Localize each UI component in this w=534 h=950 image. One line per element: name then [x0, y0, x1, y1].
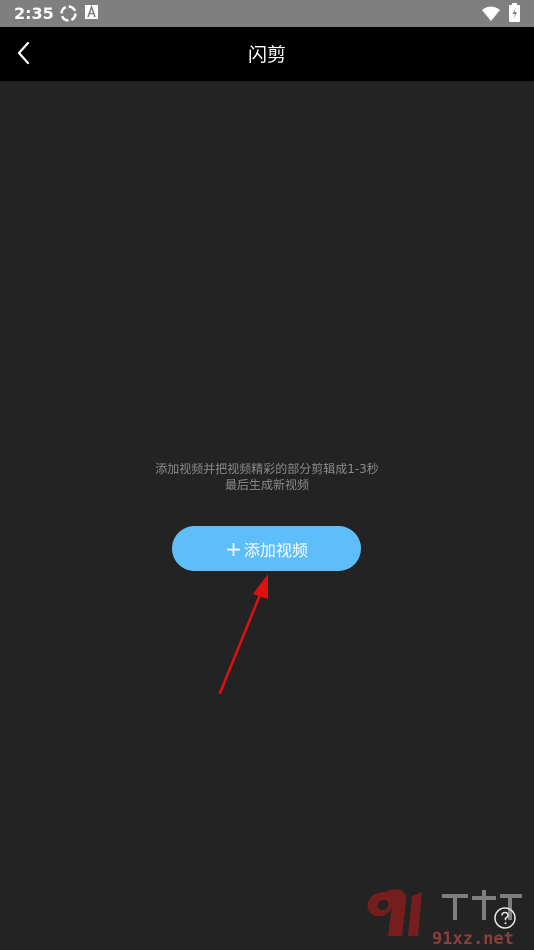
battery-icon	[509, 3, 520, 22]
add-video-button[interactable]: + 添加视频	[172, 526, 361, 571]
sync-icon	[60, 5, 77, 22]
status-bar: 2:35	[0, 0, 534, 27]
wifi-icon	[482, 6, 500, 21]
hint-line-1: 添加视频并把视频精彩的部分剪辑成1-3秒	[155, 462, 379, 476]
watermark-site: 91xz.net	[432, 929, 514, 949]
status-time: 2:35	[14, 4, 54, 23]
plus-icon: +	[225, 536, 242, 561]
font-a-icon	[85, 5, 98, 19]
add-video-label: 添加视频	[243, 540, 308, 560]
main-content: 添加视频并把视频精彩的部分剪辑成1-3秒 最后生成新视频 + 添加视频	[0, 81, 534, 950]
hint-line-2: 最后生成新视频	[224, 478, 309, 492]
page-title: 闪剪	[247, 44, 286, 66]
help-icon[interactable]	[493, 906, 517, 930]
app-bar: 闪剪	[0, 27, 534, 81]
hint-text: 添加视频并把视频精彩的部分剪辑成1-3秒 最后生成新视频	[0, 461, 534, 493]
